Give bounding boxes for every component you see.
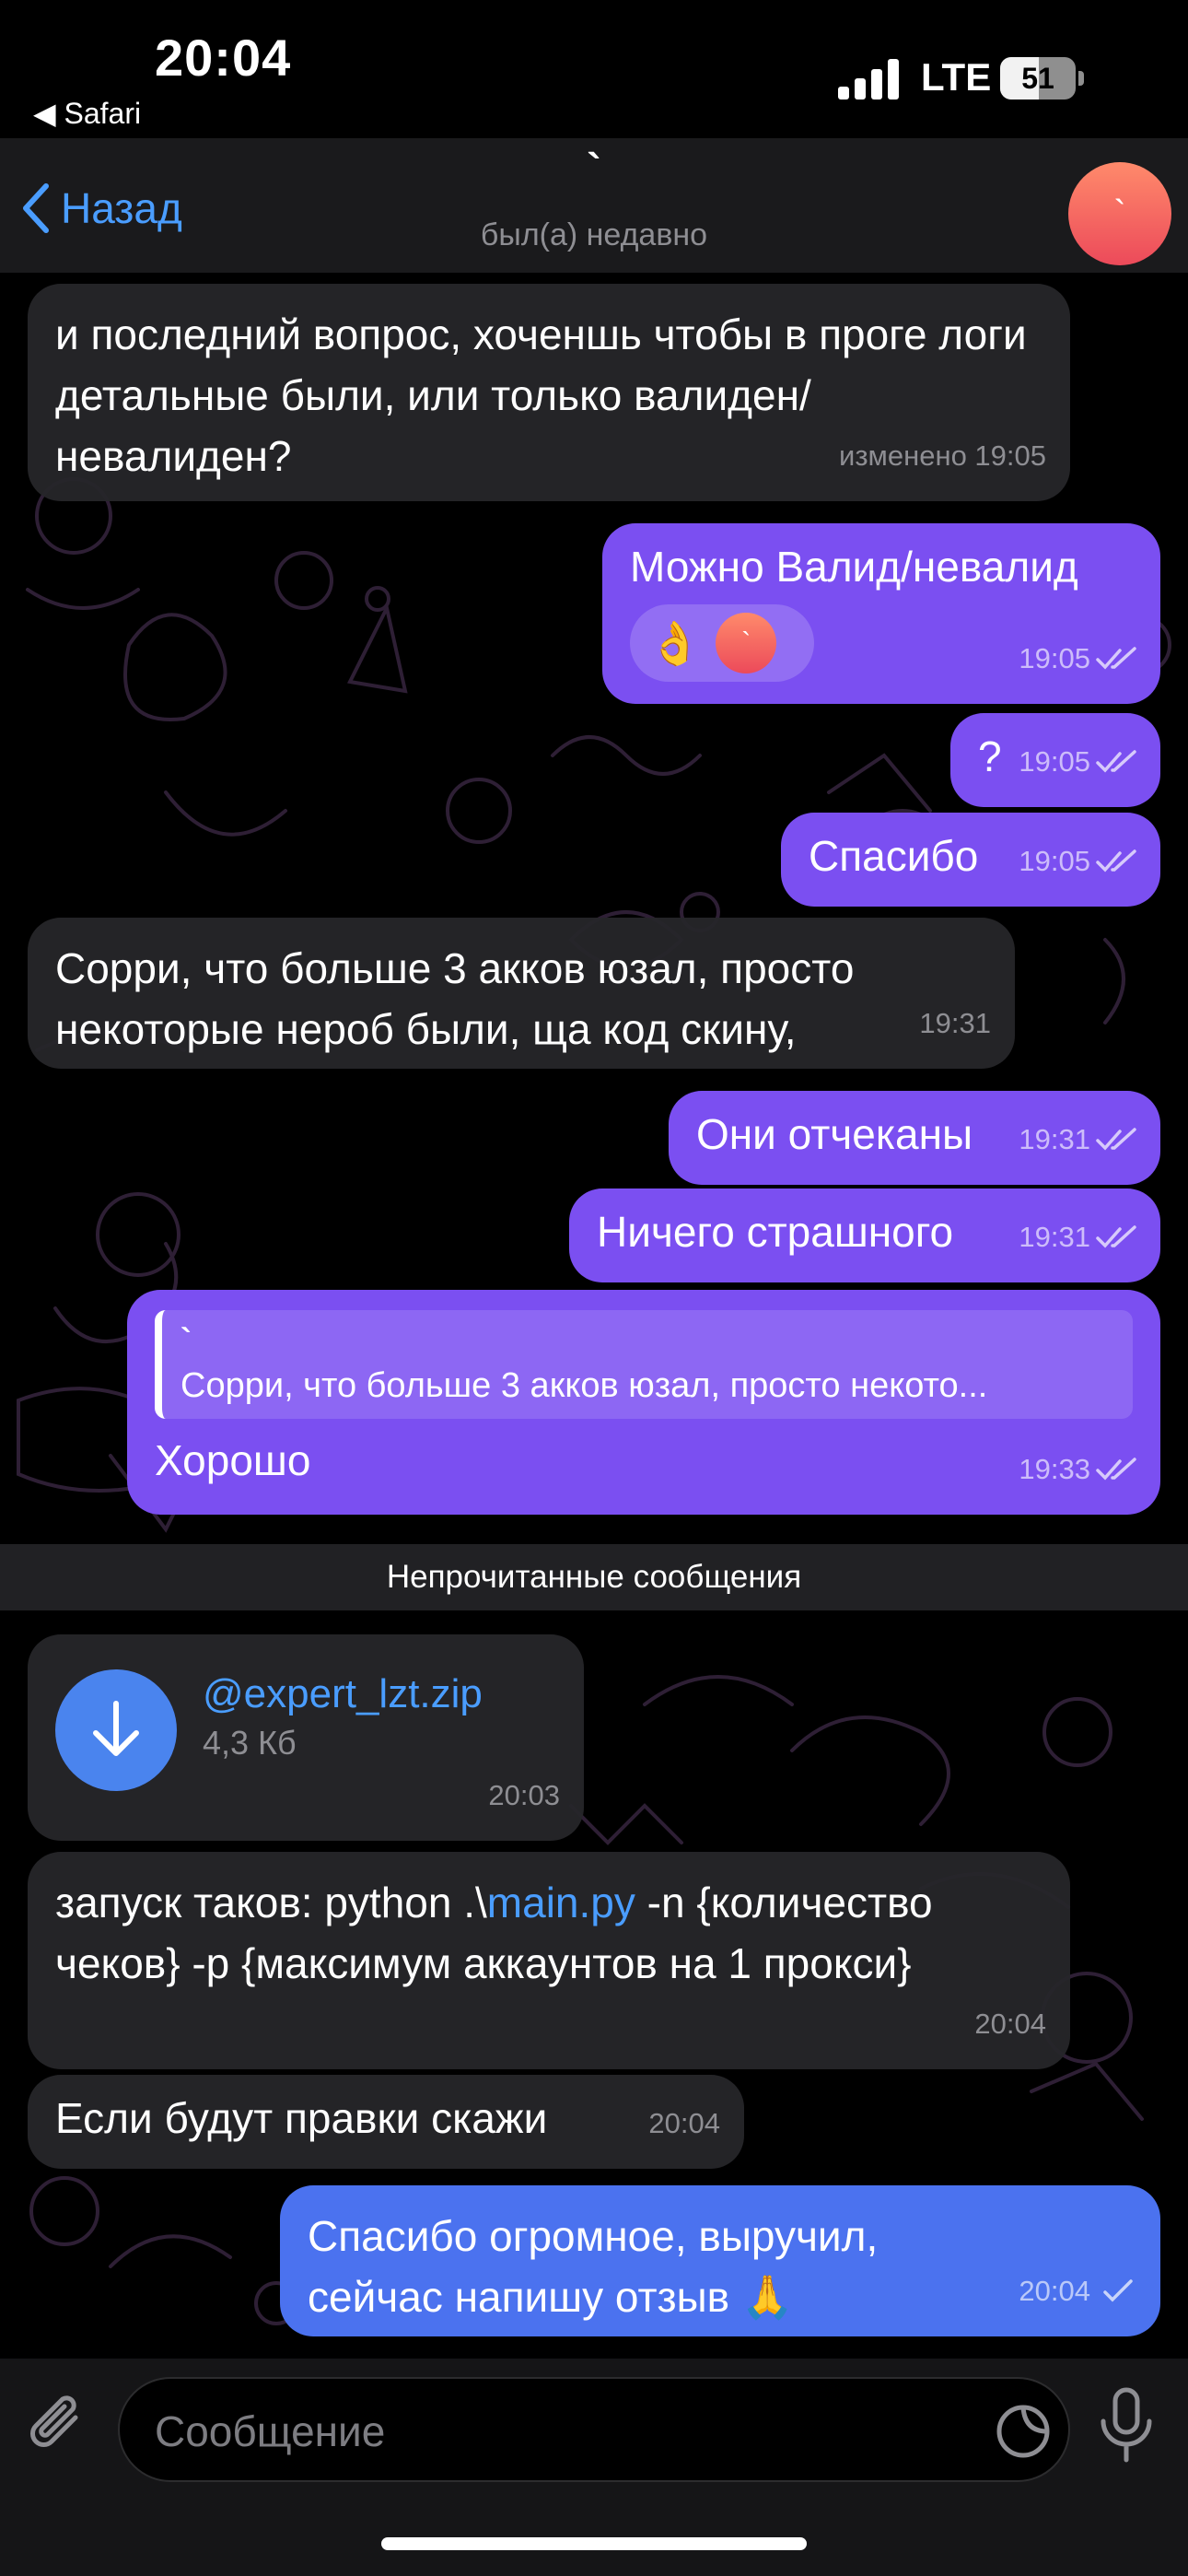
message-time: 19:05 [1019,745,1090,778]
back-button[interactable]: Назад [18,181,230,236]
cellular-signal-icon [838,59,899,100]
single-check-icon [1103,2279,1133,2302]
message-text: запуск таков: python .\main.py -n {колич… [55,1872,1033,1994]
message-incoming[interactable]: Если будут правки скажи 20:04 [28,2075,744,2169]
download-button[interactable] [55,1669,177,1791]
back-label: Назад [61,184,182,232]
message-text-before-link: запуск таков: python .\ [55,1879,487,1926]
message-text: Спасибо огромное, выручил, сейчас напишу… [308,2212,879,2321]
reply-preview[interactable]: ` Сорри, что больше 3 акков юзал, просто… [155,1310,1133,1419]
message-outgoing[interactable]: Они отчеканы 19:31 [669,1091,1160,1185]
reply-author: ` [181,1321,192,1359]
file-name[interactable]: @expert_lzt.zip [203,1668,483,1721]
message-incoming[interactable]: Сорри, что больше 3 акков юзал, просто н… [28,918,1015,1069]
message-time: 19:05 [1019,845,1090,877]
home-indicator [381,2537,807,2550]
message-incoming[interactable]: и последний вопрос, хоченшь чтобы в прог… [28,284,1070,501]
message-time: 19:31 [919,1007,991,1039]
message-outgoing[interactable]: Можно Валид/невалид 👌 ` 19:05 [602,523,1160,704]
message-outgoing[interactable]: Ничего страшного 19:31 [569,1188,1160,1282]
network-type: LTE [921,55,992,99]
message-outgoing[interactable]: ? 19:05 [950,713,1160,807]
unread-divider: Непрочитанные сообщения [0,1544,1188,1610]
reaction-avatar: ` [716,613,777,673]
chat-header: Назад ` был(а) недавно ` [0,138,1188,273]
double-check-icon [1096,750,1136,773]
paperclip-icon[interactable] [24,2390,98,2464]
status-time: 20:04 [155,29,292,87]
message-text: Сорри, что больше 3 акков юзал, просто н… [55,944,855,1053]
double-check-icon [1096,1225,1136,1248]
reply-text: Сорри, что больше 3 акков юзал, просто н… [181,1366,988,1405]
download-arrow-icon [93,1701,139,1756]
sticker-icon[interactable] [995,2403,1052,2460]
reactions[interactable]: 👌 ` [630,604,814,682]
double-check-icon [1096,1458,1136,1481]
message-text: Если будут правки скажи [55,2094,548,2142]
message-time: 20:04 [648,2107,720,2139]
message-field [118,2377,1070,2482]
double-check-icon [1096,849,1136,872]
chevron-left-icon [23,183,49,233]
avatar[interactable]: ` [1068,162,1171,265]
message-text: Можно Валид/невалид [630,543,1078,591]
message-outgoing[interactable]: Спасибо огромное, выручил, сейчас напишу… [280,2185,1160,2336]
message-input[interactable] [153,2401,967,2462]
file-size: 4,3 Кб [203,1724,297,1762]
message-outgoing[interactable]: Спасибо 19:05 [781,813,1160,907]
message-time: изменено 19:05 [839,439,1046,472]
battery-percent: 51 [1021,62,1054,95]
message-time: 19:31 [1019,1123,1090,1155]
chat-status: был(а) недавно [480,217,708,252]
chat-title[interactable]: ` [410,144,778,193]
message-file[interactable]: @expert_lzt.zip 4,3 Кб 20:03 [28,1634,584,1841]
back-to-safari[interactable]: ◀ Safari [33,96,141,131]
microphone-icon[interactable] [1096,2386,1157,2465]
message-link[interactable]: main.py [487,1879,635,1926]
reaction-avatar-initial: ` [741,627,751,658]
message-text: Хорошо [155,1436,311,1484]
avatar-initial: ` [1113,193,1126,234]
message-time: 20:03 [488,1779,560,1811]
message-time: 20:04 [1019,2275,1090,2307]
message-incoming[interactable]: запуск таков: python .\main.py -n {колич… [28,1852,1070,2069]
double-check-icon [1096,647,1136,670]
double-check-icon [1096,1128,1136,1151]
battery-icon: 51 [1000,57,1085,100]
message-time: 19:05 [1019,642,1090,674]
reaction-emoji: 👌 [648,619,702,667]
message-time: 20:04 [974,2008,1046,2040]
message-time: 19:33 [1019,1453,1090,1485]
message-time: 19:31 [1019,1221,1090,1253]
message-outgoing-reply[interactable]: ` Сорри, что больше 3 акков юзал, просто… [127,1290,1160,1515]
